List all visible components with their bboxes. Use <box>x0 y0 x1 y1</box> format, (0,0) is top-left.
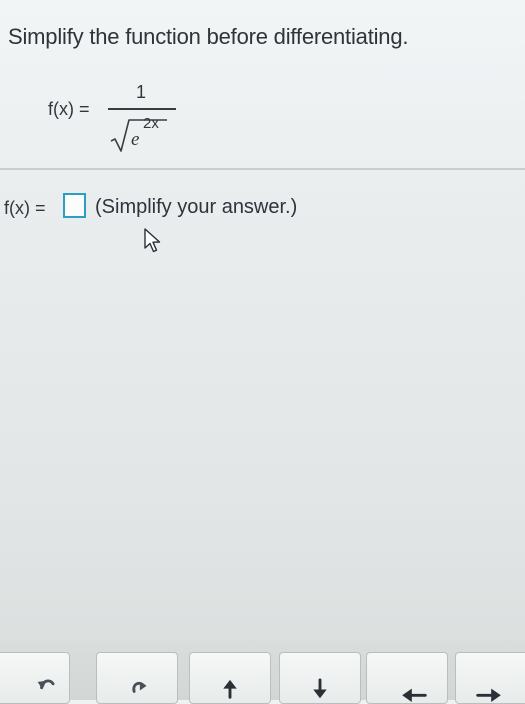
answer-hint: (Simplify your answer.) <box>95 196 298 218</box>
arrow-left-button[interactable] <box>366 652 448 704</box>
mouse-pointer-icon <box>144 228 161 253</box>
arrow-left-icon <box>402 688 427 703</box>
undo-button[interactable] <box>0 652 70 704</box>
arrow-down-icon <box>313 678 327 699</box>
question-area: Simplify the function before differentia… <box>0 0 525 168</box>
exponent: 2x <box>143 115 159 132</box>
fraction-bar <box>108 108 176 110</box>
answer-lhs: f(x) = <box>4 198 46 218</box>
redo-icon <box>132 681 147 693</box>
given-function-lhs: f(x) = <box>48 99 90 119</box>
section-divider <box>0 168 525 170</box>
math-toolbar <box>0 640 525 704</box>
arrow-right-icon <box>476 688 501 703</box>
undo-icon <box>37 679 55 690</box>
arrow-down-button[interactable] <box>279 652 361 704</box>
fraction-numerator: 1 <box>136 82 147 102</box>
exponential-base: e <box>131 129 140 150</box>
arrow-right-button[interactable] <box>455 652 525 704</box>
redo-button[interactable] <box>96 652 178 704</box>
answer-input[interactable] <box>63 193 86 218</box>
arrow-up-button[interactable] <box>189 652 271 704</box>
question-instruction: Simplify the function before differentia… <box>8 24 409 49</box>
arrow-up-icon <box>223 679 237 699</box>
